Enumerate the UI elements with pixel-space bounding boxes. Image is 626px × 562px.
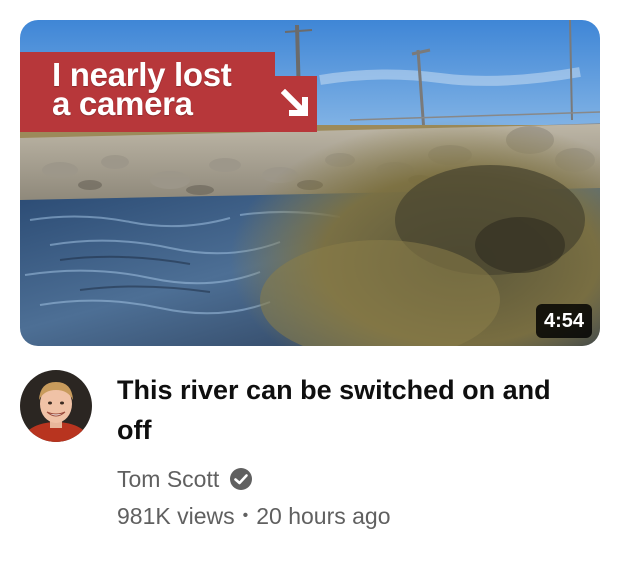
thumbnail-overlay-line2: a camera: [52, 85, 193, 122]
duration-badge: 4:54: [535, 304, 592, 338]
channel-avatar[interactable]: [20, 370, 92, 442]
thumbnail-overlay-text: I nearly lost a camera: [52, 58, 232, 122]
video-thumbnail[interactable]: I nearly lost a camera 4:54: [20, 20, 600, 346]
video-card[interactable]: I nearly lost a camera 4:54 This river c…: [0, 0, 626, 562]
video-title[interactable]: This river can be switched on and off: [117, 370, 587, 450]
check-circle-icon: [229, 467, 253, 491]
view-count: 981K views: [117, 502, 235, 529]
channel-name[interactable]: Tom Scott: [117, 466, 219, 493]
meta-separator: •: [242, 507, 249, 524]
upload-age: 20 hours ago: [256, 502, 391, 529]
video-metadata: 981K views • 20 hours ago: [117, 500, 391, 532]
arrow-down-right-icon: [275, 76, 317, 132]
channel-link[interactable]: Tom Scott: [117, 463, 253, 495]
